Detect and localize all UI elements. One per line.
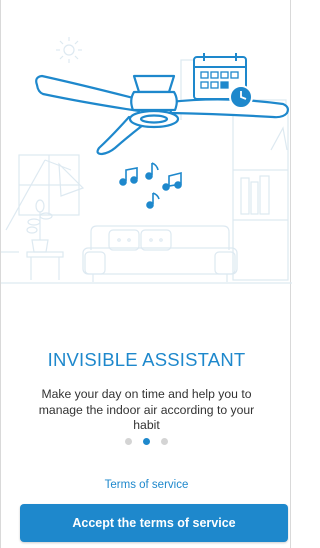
accept-terms-button[interactable]: Accept the terms of service	[20, 504, 288, 542]
onboarding-subtitle: Make your day on time and help you to ma…	[38, 387, 255, 432]
page-dot[interactable]	[125, 438, 132, 445]
onboarding-title: INVISIBLE ASSISTANT	[47, 349, 246, 370]
onboarding-screen: INVISIBLE ASSISTANT Make your day on tim…	[0, 0, 292, 548]
bookshelf-icon	[232, 109, 289, 281]
sun-icon	[56, 37, 82, 63]
ceiling-fan-icon	[35, 74, 289, 156]
page-indicator	[1, 438, 292, 445]
floor-lamp-icon	[1, 159, 85, 253]
page-dot[interactable]	[161, 438, 168, 445]
music-notes-icon	[119, 162, 182, 209]
plant-icon	[26, 199, 53, 253]
onboarding-illustration	[1, 37, 292, 284]
page-dot-active[interactable]	[143, 438, 150, 445]
terms-of-service-link[interactable]: Terms of service	[1, 479, 292, 491]
sofa-icon	[82, 225, 238, 282]
room-background	[1, 37, 292, 284]
calendar-clock-icon	[193, 53, 253, 109]
